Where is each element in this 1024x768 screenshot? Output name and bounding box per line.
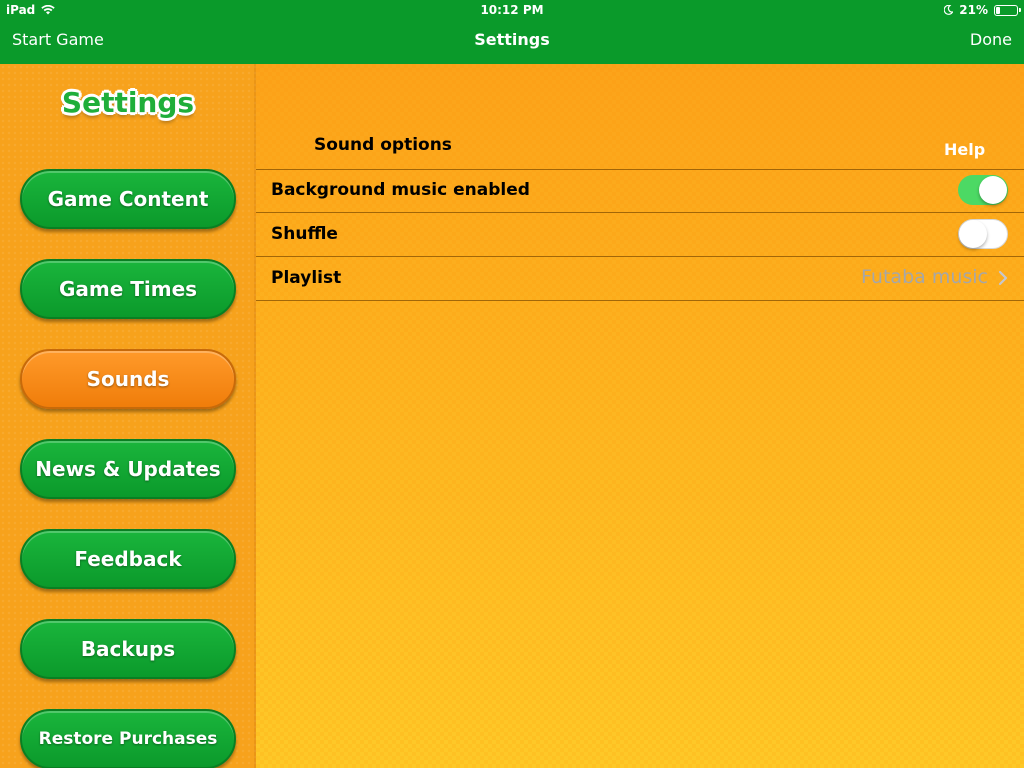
sidebar-item-sounds[interactable]: Sounds [20,349,236,409]
divider [256,212,1024,213]
battery-percent: 21% [959,3,988,17]
sidebar-item-label: Backups [80,637,176,661]
sidebar-item-feedback[interactable]: Feedback [20,529,236,589]
background-music-label: Background music enabled [271,180,530,200]
sidebar: Settings Game Content Game Times Sounds … [0,64,256,768]
help-button[interactable]: Help [944,140,985,159]
top-bar: iPad 10:12 PM 21% Start Game Settings Do… [0,0,1024,64]
sidebar-item-game-content[interactable]: Game Content [20,169,236,229]
settings-content: Sound options Help Background music enab… [256,64,1024,768]
sidebar-item-restore-purchases[interactable]: Restore Purchases [20,709,236,768]
shuffle-label: Shuffle [271,224,338,244]
sidebar-item-label: Game Content [47,187,209,211]
sidebar-item-label: Sounds [86,367,170,391]
playlist-label[interactable]: Playlist [271,268,341,288]
sidebar-item-news-updates[interactable]: News & Updates [20,439,236,499]
moon-icon [944,5,954,15]
shuffle-toggle[interactable] [958,219,1008,249]
status-bar: iPad 10:12 PM 21% [0,0,1024,20]
sidebar-item-label: Restore Purchases [38,729,218,749]
sidebar-item-backups[interactable]: Backups [20,619,236,679]
battery-icon [994,4,1021,16]
sidebar-item-label: Feedback [74,547,182,571]
chevron-right-icon[interactable] [998,270,1012,288]
navigation-bar: Start Game Settings Done [0,20,1024,64]
sidebar-item-game-times[interactable]: Game Times [20,259,236,319]
status-time: 10:12 PM [480,3,544,17]
background-music-toggle[interactable] [958,175,1008,205]
section-title: Sound options [314,135,452,155]
sidebar-item-label: Game Times [58,277,198,301]
settings-logo: Settings [61,86,195,119]
divider [256,256,1024,257]
done-button[interactable]: Done [970,30,1012,49]
divider [256,169,1024,170]
playlist-value[interactable]: Futaba music [861,266,988,288]
battery-level-fill [996,6,1000,14]
toggle-knob [979,176,1007,204]
sidebar-item-label: News & Updates [35,457,221,481]
divider [256,300,1024,301]
nav-title: Settings [474,30,550,49]
toggle-knob [959,220,987,248]
start-game-button[interactable]: Start Game [12,30,104,49]
